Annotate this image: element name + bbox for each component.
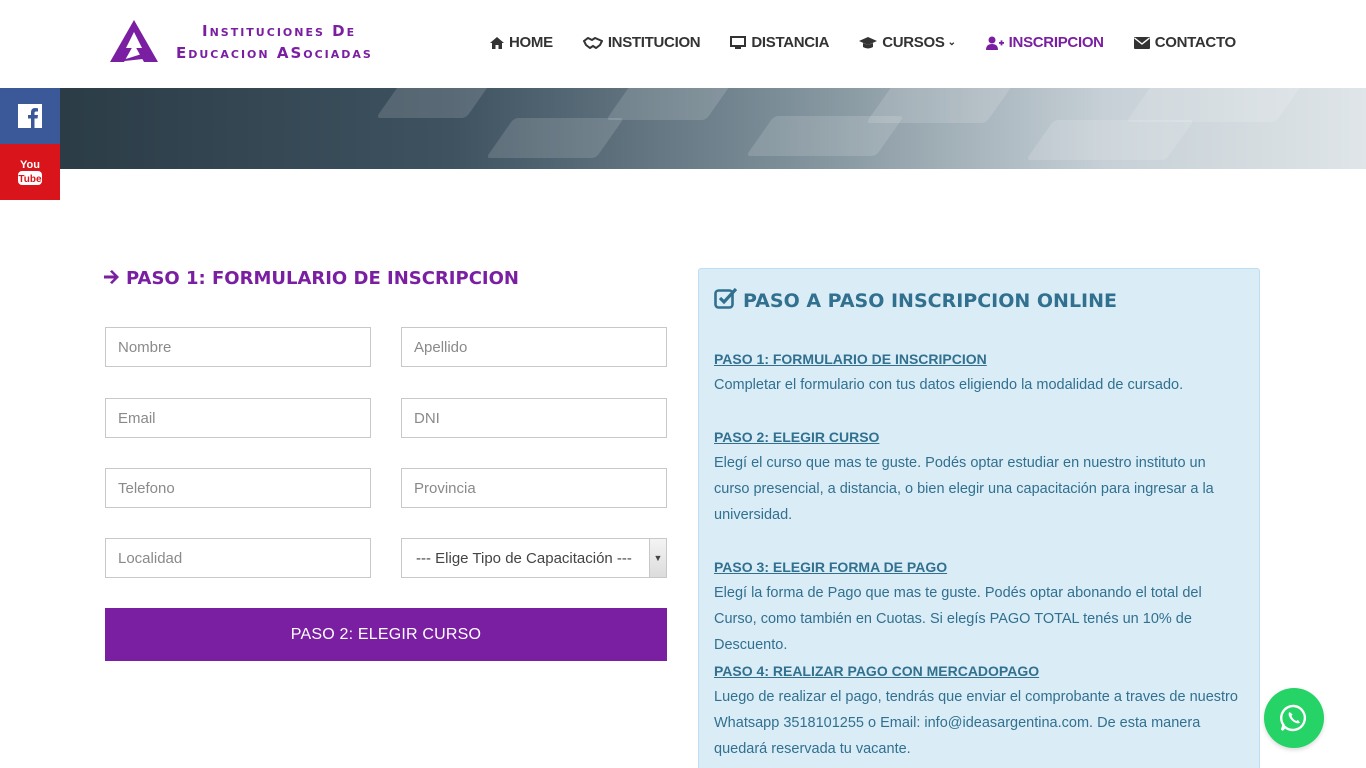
- nav-label: CONTACTO: [1154, 34, 1237, 51]
- youtube-icon: You Tube: [18, 159, 42, 185]
- form-title: PASO 1: FORMULARIO DE INSCRIPCION: [104, 268, 519, 289]
- svg-text:You: You: [20, 159, 40, 171]
- nav-item-inscripcion[interactable]: INSCRIPCION: [985, 34, 1104, 51]
- desktop-icon: [730, 35, 747, 50]
- form-title-text: PASO 1: FORMULARIO DE INSCRIPCION: [126, 268, 519, 289]
- step-text: Elegí la forma de Pago que mas te guste.…: [714, 585, 1202, 653]
- provincia-field[interactable]: [401, 468, 667, 508]
- social-sidebar: You Tube: [0, 88, 60, 200]
- step-text: Elegí el curso que mas te guste. Podés o…: [714, 455, 1214, 523]
- facebook-button[interactable]: [0, 88, 60, 144]
- info-title-text: PASO A PASO INSCRIPCION ONLINE: [743, 289, 1118, 312]
- svg-text:Tube: Tube: [18, 174, 42, 185]
- step-1: PASO 1: FORMULARIO DE INSCRIPCION Comple…: [714, 346, 1244, 398]
- tipo-capacitacion-select[interactable]: --- Elige Tipo de Capacitación --- ▼: [401, 538, 667, 578]
- chevron-down-icon: ▼: [649, 539, 666, 577]
- elegir-curso-button[interactable]: PASO 2: ELEGIR CURSO: [105, 608, 667, 661]
- nav-label: INSTITUCION: [607, 34, 701, 51]
- email-field[interactable]: [105, 398, 371, 438]
- nombre-field[interactable]: [105, 327, 371, 367]
- envelope-icon: [1133, 36, 1150, 49]
- user-plus-icon: [985, 36, 1004, 50]
- nav-label: INSCRIPCION: [1008, 34, 1104, 51]
- step-title[interactable]: PASO 3: ELEGIR FORMA DE PAGO: [714, 554, 1244, 580]
- whatsapp-icon: [1280, 704, 1307, 732]
- step-title[interactable]: PASO 2: ELEGIR CURSO: [714, 424, 1244, 450]
- logo-mark-icon: [110, 20, 158, 62]
- facebook-icon: [18, 104, 42, 128]
- step-text: Completar el formulario con tus datos el…: [714, 377, 1184, 393]
- arrow-right-icon: [104, 268, 120, 289]
- nav-label: HOME: [509, 34, 553, 51]
- header-banner-image: [60, 88, 1366, 169]
- apellido-field[interactable]: [401, 327, 667, 367]
- nav-item-cursos[interactable]: CURSOS ⌄: [859, 34, 956, 51]
- steps-info-panel: PASO A PASO INSCRIPCION ONLINE PASO 1: F…: [698, 268, 1260, 768]
- nav-item-institucion[interactable]: INSTITUCION: [582, 34, 701, 51]
- step-4: PASO 4: REALIZAR PAGO CON MERCADOPAGO Lu…: [714, 658, 1244, 762]
- checkbox-checked-icon: [714, 287, 738, 314]
- brand-line-2: Educacion ASociadas: [176, 44, 373, 62]
- nav-item-contacto[interactable]: CONTACTO: [1133, 34, 1237, 51]
- graduation-cap-icon: [859, 36, 878, 49]
- localidad-field[interactable]: [105, 538, 371, 578]
- handshake-icon: [582, 36, 603, 49]
- site-logo[interactable]: Instituciones De Educacion ASociadas: [108, 16, 408, 66]
- step-title[interactable]: PASO 4: REALIZAR PAGO CON MERCADOPAGO: [714, 658, 1244, 684]
- main-nav: HOME INSTITUCION DISTANCIA CURSOS ⌄ INSC…: [490, 34, 1266, 51]
- select-value: --- Elige Tipo de Capacitación ---: [416, 549, 632, 567]
- nav-item-home[interactable]: HOME: [490, 34, 553, 51]
- whatsapp-button[interactable]: [1264, 688, 1324, 748]
- dni-field[interactable]: [401, 398, 667, 438]
- step-text: Luego de realizar el pago, tendrás que e…: [714, 689, 1238, 757]
- step-title[interactable]: PASO 1: FORMULARIO DE INSCRIPCION: [714, 346, 1244, 372]
- nav-label: DISTANCIA: [751, 34, 830, 51]
- home-icon: [490, 36, 504, 49]
- nav-label: CURSOS: [882, 34, 945, 51]
- site-header: Instituciones De Educacion ASociadas HOM…: [0, 0, 1366, 88]
- step-3: PASO 3: ELEGIR FORMA DE PAGO Elegí la fo…: [714, 554, 1244, 658]
- step-2: PASO 2: ELEGIR CURSO Elegí el curso que …: [714, 424, 1244, 528]
- info-title: PASO A PASO INSCRIPCION ONLINE: [714, 287, 1117, 314]
- youtube-button[interactable]: You Tube: [0, 144, 60, 200]
- nav-item-distancia[interactable]: DISTANCIA: [730, 34, 830, 51]
- chevron-down-icon: ⌄: [947, 37, 956, 48]
- brand-line-1: Instituciones De: [202, 22, 357, 40]
- telefono-field[interactable]: [105, 468, 371, 508]
